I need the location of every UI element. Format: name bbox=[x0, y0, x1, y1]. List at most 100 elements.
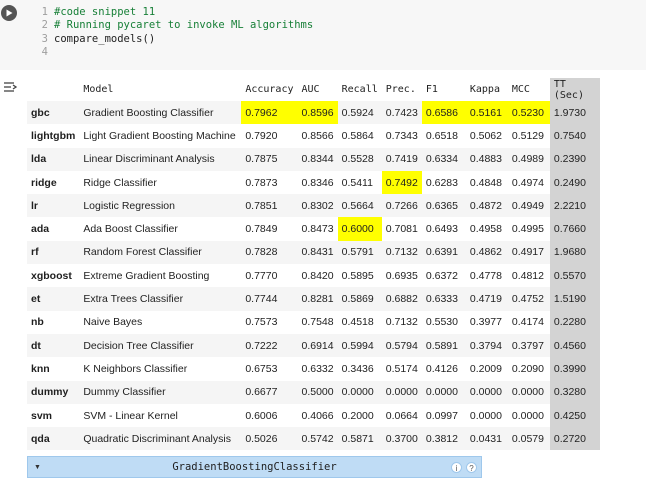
metric-cell: 0.6518 bbox=[425, 129, 458, 142]
table-row: lightgbm Light Gradient Boosting Machine 0… bbox=[27, 124, 600, 148]
column-header: AUC bbox=[301, 84, 320, 95]
metric-cell: 0.0000 bbox=[507, 380, 550, 404]
metric-cell: 0.7132 bbox=[385, 316, 418, 329]
metric-cell: 0.0997 bbox=[425, 409, 458, 422]
metric-cell: 0.7222 bbox=[241, 333, 298, 358]
metric-cell: 0.3700 bbox=[381, 427, 422, 451]
metric-cell: 0.4518 bbox=[341, 316, 374, 329]
metric-cell: 0.5794 bbox=[381, 333, 422, 358]
metric-cell: 0.8596 bbox=[297, 101, 338, 125]
metric-cell: 0.4778 bbox=[469, 269, 502, 282]
row-index: gbc bbox=[27, 101, 80, 125]
index-header bbox=[27, 78, 79, 101]
code-editor[interactable]: 1 #code snippet 11 2 # Running pycaret to … bbox=[26, 6, 314, 59]
metric-cell: 0.2490 bbox=[549, 170, 600, 195]
metric-cell: 0.8344 bbox=[297, 147, 338, 171]
column-header: Recall bbox=[341, 84, 378, 95]
model-widget-header[interactable]: ▼ GradientBoostingClassifier i ? bbox=[27, 456, 482, 478]
column-header: Model bbox=[83, 84, 114, 95]
row-index: dt bbox=[27, 333, 80, 358]
metric-cell: 0.5895 bbox=[341, 269, 374, 282]
metric-cell: 1.5190 bbox=[549, 287, 600, 311]
metric-cell: 0.5742 bbox=[297, 427, 338, 451]
model-name-cell: Extra Trees Classifier bbox=[79, 287, 242, 311]
metric-cell: 0.7660 bbox=[549, 217, 600, 241]
metric-cell: 0.7744 bbox=[241, 287, 298, 311]
metric-cell: 0.6677 bbox=[241, 380, 298, 404]
metric-cell: 0.4949 bbox=[507, 194, 550, 218]
metric-cell: 0.8431 bbox=[297, 240, 338, 265]
table-row: dt Decision Tree Classifier 0.7222 0.6914 0.… bbox=[27, 333, 600, 358]
metric-cell: 0.0000 bbox=[465, 380, 508, 404]
model-name-cell: Ridge Classifier bbox=[83, 176, 157, 189]
metric-cell: 0.7875 bbox=[241, 147, 298, 171]
row-index: xgboost bbox=[31, 269, 72, 282]
metric-cell: 2.2210 bbox=[549, 194, 600, 218]
metric-cell: 0.3280 bbox=[549, 380, 600, 404]
metric-cell: 0.6332 bbox=[301, 362, 334, 375]
metric-cell: 0.5026 bbox=[241, 427, 298, 451]
info-icon[interactable]: i bbox=[451, 462, 462, 473]
model-name-cell: SVM - Linear Kernel bbox=[83, 409, 178, 422]
metric-cell: 0.2390 bbox=[549, 147, 600, 171]
metric-cell: 0.8566 bbox=[301, 129, 334, 142]
metric-cell: 0.4989 bbox=[507, 147, 550, 171]
metric-cell: 0.5230 bbox=[507, 101, 550, 125]
metric-cell: 0.5530 bbox=[425, 316, 458, 329]
metric-cell: 0.4848 bbox=[469, 176, 502, 189]
metric-cell: 0.7540 bbox=[549, 124, 600, 148]
metric-cell: 0.4174 bbox=[511, 316, 544, 329]
row-index: dummy bbox=[27, 380, 80, 404]
metric-cell: 0.4812 bbox=[511, 269, 544, 282]
row-index: lightgbm bbox=[31, 129, 76, 142]
row-index: knn bbox=[31, 362, 50, 375]
metric-cell: 0.8346 bbox=[301, 176, 334, 189]
metric-cell: 0.5864 bbox=[341, 129, 374, 142]
table-row: qda Quadratic Discriminant Analysis 0.5026… bbox=[27, 427, 600, 451]
model-name-cell: K Neighbors Classifier bbox=[83, 362, 188, 375]
metric-cell: 0.8420 bbox=[301, 269, 334, 282]
model-name-cell: Quadratic Discriminant Analysis bbox=[79, 427, 242, 451]
metric-cell: 0.3436 bbox=[341, 362, 374, 375]
metric-cell: 0.5791 bbox=[337, 240, 382, 265]
metric-cell: 0.2000 bbox=[341, 409, 374, 422]
metric-cell: 0.0431 bbox=[465, 427, 508, 451]
metric-cell: 0.7266 bbox=[381, 194, 422, 218]
column-header: TT (Sec) bbox=[549, 78, 600, 101]
metric-cell: 0.4917 bbox=[507, 240, 550, 265]
output-options-icon[interactable] bbox=[2, 79, 18, 95]
metric-cell: 0.7962 bbox=[241, 101, 298, 125]
metric-cell: 0.4995 bbox=[511, 223, 544, 236]
metric-cell: 0.5871 bbox=[337, 427, 382, 451]
table-row: lda Linear Discriminant Analysis 0.7875 0.8… bbox=[27, 147, 600, 171]
model-name-cell: Extreme Gradient Boosting bbox=[83, 269, 210, 282]
metric-cell: 0.3990 bbox=[549, 357, 600, 381]
table-header-row: Model Accuracy AUC Recall Prec. F1 Kappa MCC TT … bbox=[27, 78, 600, 101]
metric-cell: 0.6753 bbox=[245, 362, 278, 375]
help-icon[interactable]: ? bbox=[466, 462, 477, 473]
metric-cell: 0.6493 bbox=[425, 223, 458, 236]
metric-cell: 0.6365 bbox=[421, 194, 466, 218]
metric-cell: 0.8281 bbox=[297, 287, 338, 311]
metric-cell: 0.7851 bbox=[241, 194, 298, 218]
code-cell[interactable]: 1 #code snippet 11 2 # Running pycaret to … bbox=[0, 0, 646, 70]
metric-cell: 0.5994 bbox=[337, 333, 382, 358]
metric-cell: 0.7081 bbox=[385, 223, 418, 236]
metric-cell: 0.6586 bbox=[421, 101, 466, 125]
metric-cell: 0.4752 bbox=[507, 287, 550, 311]
metric-cell: 0.0000 bbox=[469, 409, 502, 422]
code-line: 2 # Running pycaret to invoke ML algorith… bbox=[41, 19, 314, 32]
metric-cell: 0.2009 bbox=[469, 362, 502, 375]
metric-cell: 0.7920 bbox=[245, 129, 278, 142]
column-header: Accuracy bbox=[245, 84, 294, 95]
metric-cell: 0.6006 bbox=[245, 409, 278, 422]
metric-cell: 0.0579 bbox=[507, 427, 550, 451]
metric-cell: 0.5129 bbox=[511, 129, 544, 142]
model-name-cell: Light Gradient Boosting Machine bbox=[83, 129, 236, 142]
model-widget-title: GradientBoostingClassifier bbox=[172, 461, 337, 473]
metric-cell: 0.7873 bbox=[245, 176, 278, 189]
metric-cell: 0.0664 bbox=[385, 409, 418, 422]
column-header: Kappa bbox=[469, 84, 500, 95]
run-cell-button[interactable] bbox=[1, 5, 17, 21]
metric-cell: 0.4958 bbox=[469, 223, 502, 236]
